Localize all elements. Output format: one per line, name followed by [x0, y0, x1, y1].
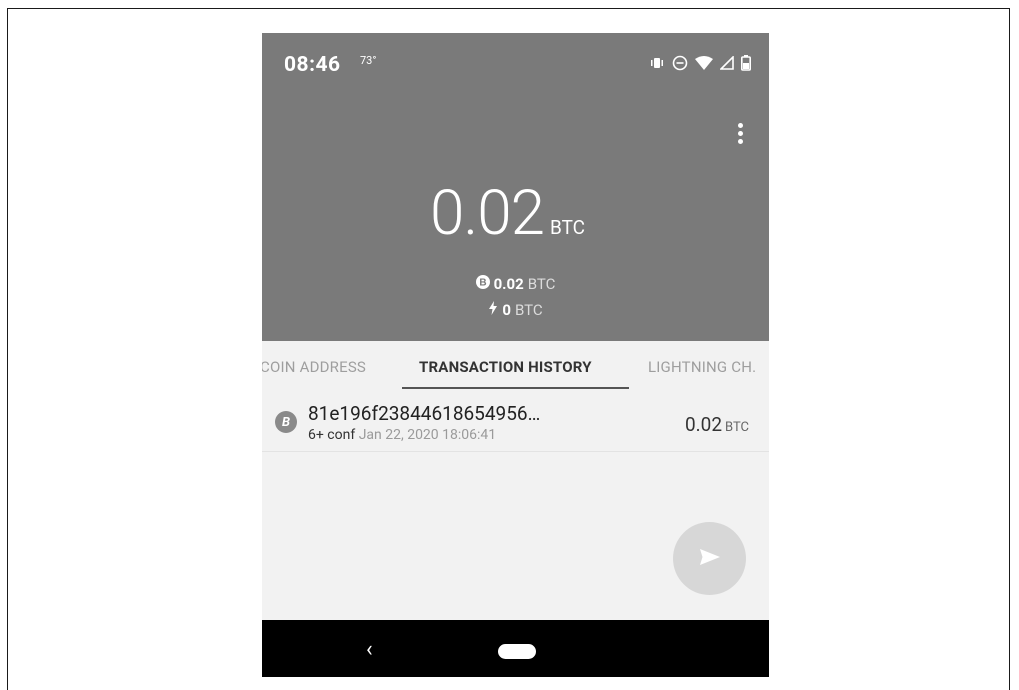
- transaction-amount: 0.02 BTC: [685, 413, 749, 436]
- send-icon: [699, 548, 721, 570]
- do-not-disturb-icon: [672, 55, 688, 71]
- onchain-balance-unit: BTC: [527, 275, 556, 293]
- transaction-amount-value: 0.02: [684, 413, 723, 436]
- tab-bitcoin-address[interactable]: COIN ADDRESS: [262, 358, 366, 376]
- lightning-balance-unit: BTC: [514, 301, 543, 319]
- bitcoin-icon: B: [475, 275, 490, 293]
- signal-icon: [720, 56, 734, 70]
- phone-screen: 08:46 73° 0.02 BTC B 0.02 BTC 0 BTC COIN…: [262, 33, 769, 677]
- svg-text:B: B: [479, 278, 486, 289]
- send-button[interactable]: [673, 522, 746, 595]
- status-time: 08:46: [284, 53, 341, 77]
- transaction-confirmations: 6+ conf: [308, 427, 356, 443]
- transaction-row[interactable]: B 81e196f23844618654956… 6+ conf Jan 22,…: [262, 389, 769, 452]
- transaction-meta: 6+ conf Jan 22, 2020 18:06:41: [308, 427, 496, 443]
- tab-bar: COIN ADDRESS TRANSACTION HISTORY LIGHTNI…: [262, 341, 769, 389]
- transaction-amount-unit: BTC: [725, 420, 749, 435]
- transaction-date: Jan 22, 2020 18:06:41: [358, 427, 497, 443]
- battery-icon: [741, 55, 751, 71]
- tab-lightning-channels[interactable]: LIGHTNING CH.: [648, 358, 756, 376]
- lightning-icon: [488, 301, 498, 319]
- home-pill[interactable]: [498, 644, 536, 659]
- system-nav-bar: ‹: [262, 620, 769, 677]
- transaction-id: 81e196f23844618654956…: [308, 402, 541, 425]
- tab-transaction-history[interactable]: TRANSACTION HISTORY: [419, 358, 592, 376]
- wallet-header: 08:46 73° 0.02 BTC B 0.02 BTC 0 BTC: [262, 33, 769, 341]
- bitcoin-icon: B: [275, 411, 297, 433]
- total-balance-value: 0.02: [430, 177, 545, 250]
- vibrate-icon: [649, 56, 665, 70]
- onchain-balance-value: 0.02: [493, 275, 524, 293]
- overflow-menu-icon[interactable]: [730, 119, 750, 147]
- total-balance: 0.02 BTC: [430, 183, 585, 245]
- wifi-icon: [695, 56, 713, 70]
- lightning-balance-value: 0: [502, 301, 511, 319]
- status-temperature: 73°: [360, 54, 377, 67]
- total-balance-unit: BTC: [550, 216, 586, 239]
- status-icons: [649, 52, 751, 74]
- back-icon[interactable]: ‹: [366, 637, 373, 662]
- onchain-balance: B 0.02 BTC: [262, 275, 769, 293]
- lightning-balance: 0 BTC: [262, 301, 769, 319]
